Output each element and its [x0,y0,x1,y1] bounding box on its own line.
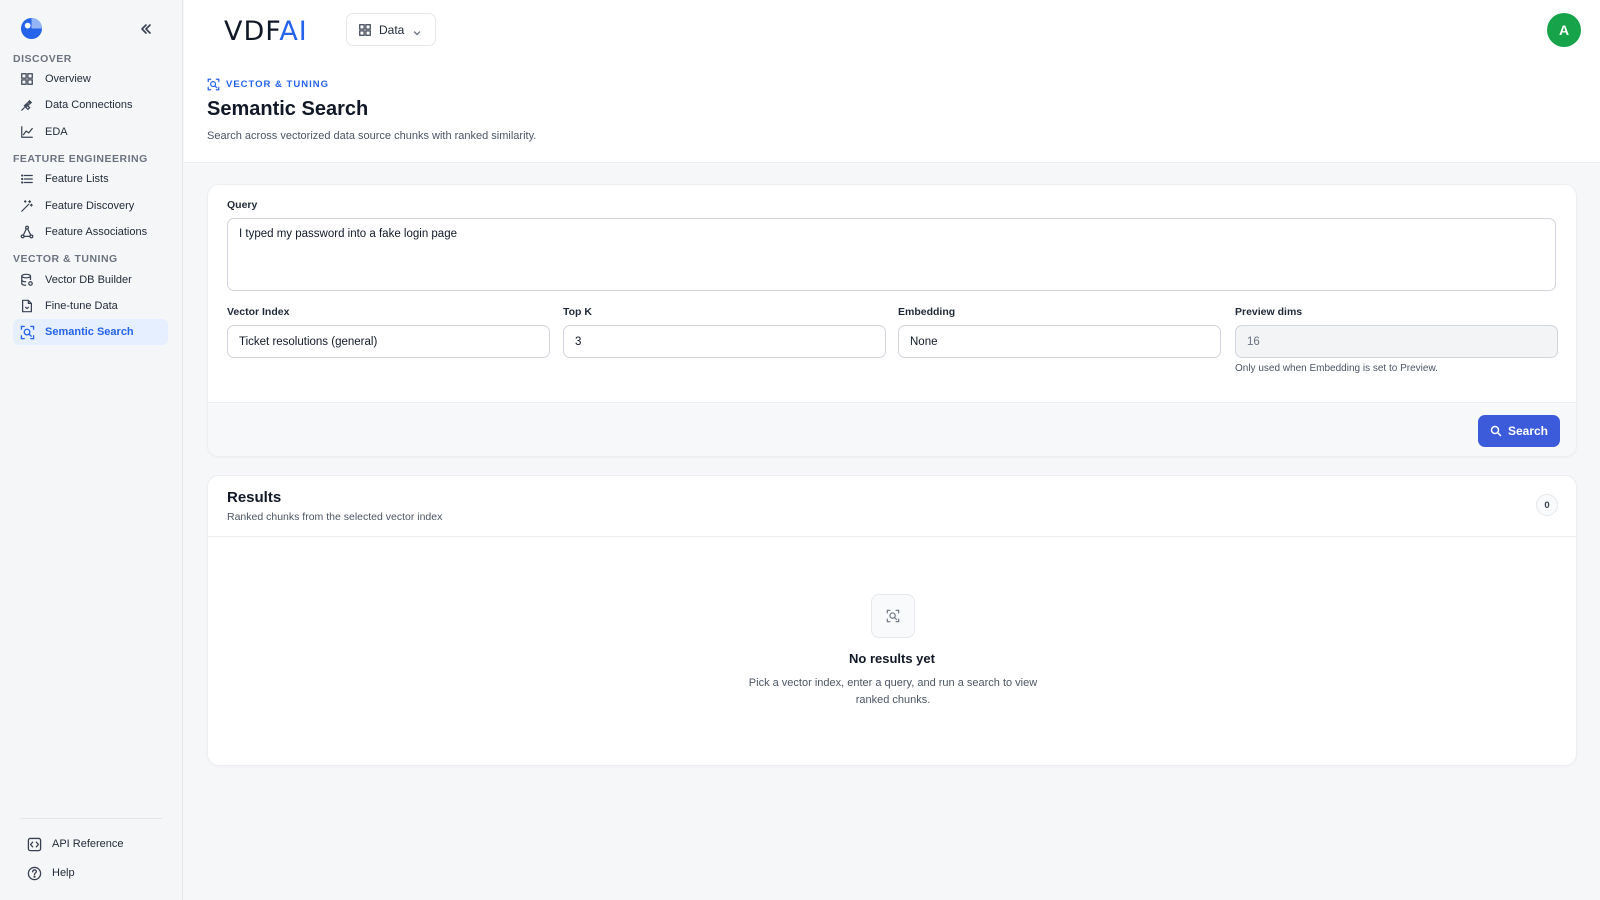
chart-icon [19,124,35,140]
query-label: Query [227,199,258,211]
preview-dims-input[interactable]: 16 [1235,325,1558,358]
topk-input[interactable]: 3 [563,325,886,358]
sidebar-item-eda[interactable]: EDA [13,119,168,145]
results-subtitle: Ranked chunks from the selected vector i… [227,511,443,523]
topk-label: Top K [563,306,592,318]
sidebar-item-semantic-search[interactable]: Semantic Search [13,319,168,345]
sidebar: DISCOVER Overview Data Connections EDA F… [0,0,183,900]
sidebar-item-label: Vector DB Builder [45,274,132,286]
database-icon [19,272,35,288]
top-header: VDFAI Data A VECTOR & TUNING Semantic Se… [184,0,1600,163]
brand-logo[interactable]: VDFAI [224,16,308,47]
sidebar-item-feature-discovery[interactable]: Feature Discovery [13,193,168,219]
form-footer: Search [208,402,1576,456]
list-icon [19,171,35,187]
brand-main: VDF [224,16,280,47]
sidebar-item-fine-tune-data[interactable]: Fine-tune Data [13,293,168,319]
page-eyebrow: VECTOR & TUNING [207,78,329,91]
collapse-sidebar-icon[interactable] [138,21,154,37]
section-feature-engineering: FEATURE ENGINEERING [13,153,148,165]
search-button[interactable]: Search [1478,415,1560,447]
section-discover: DISCOVER [13,53,72,65]
brand-accent: AI [279,16,308,47]
preview-dims-hint: Only used when Embedding is set to Previ… [1235,363,1438,374]
section-vector-tuning: VECTOR & TUNING [13,253,118,265]
results-divider [208,536,1576,537]
sidebar-item-feature-lists[interactable]: Feature Lists [13,166,168,192]
wand-icon [19,198,35,214]
results-title: Results [227,489,282,506]
sidebar-item-vector-db-builder[interactable]: Vector DB Builder [13,267,168,293]
help-icon [26,865,42,881]
grid-icon [358,23,372,37]
sidebar-item-feature-associations[interactable]: Feature Associations [13,219,168,245]
plug-icon [19,97,35,113]
search-icon [1490,425,1502,437]
sidebar-item-help[interactable]: Help [26,861,166,885]
sidebar-item-label: Feature Discovery [45,200,135,212]
page-title: Semantic Search [207,98,369,120]
eyebrow-label: VECTOR & TUNING [226,79,329,90]
vector-index-select[interactable]: Ticket resolutions (general) [227,325,550,358]
embedding-select[interactable]: None [898,325,1221,358]
chevron-down-icon [412,25,422,35]
grid-icon [19,71,35,87]
sidebar-item-label: Overview [45,73,91,85]
scan-search-icon [19,324,35,340]
workspace-label: Data [379,22,405,37]
avatar[interactable]: A [1547,13,1581,47]
sidebar-item-label: EDA [45,126,68,138]
results-count-badge: 0 [1536,494,1558,516]
query-input[interactable]: I typed my password into a fake login pa… [227,218,1556,291]
sidebar-item-label: Semantic Search [45,326,134,338]
results-card: Results Ranked chunks from the selected … [207,475,1577,766]
network-icon [19,224,35,240]
workspace-dropdown[interactable]: Data [346,13,436,46]
sidebar-item-label: API Reference [52,838,124,850]
file-icon [19,298,35,314]
sidebar-item-label: Feature Lists [45,173,109,185]
preview-dims-label: Preview dims [1235,306,1303,318]
empty-state-text: Pick a vector index, enter a query, and … [748,677,1038,706]
sidebar-item-api-reference[interactable]: API Reference [26,832,166,856]
vector-index-label: Vector Index [227,306,290,318]
sidebar-item-data-connections[interactable]: Data Connections [13,92,168,118]
sidebar-item-overview[interactable]: Overview [13,66,168,92]
search-button-label: Search [1507,424,1549,438]
scan-search-icon [871,594,915,638]
embedding-label: Embedding [898,306,956,318]
sidebar-item-label: Data Connections [45,99,133,111]
app-logo-icon[interactable] [20,17,43,40]
sidebar-item-label: Help [52,867,75,879]
search-form-card: Query I typed my password into a fake lo… [207,184,1577,457]
sidebar-item-label: Fine-tune Data [45,300,118,312]
sidebar-item-label: Feature Associations [45,226,148,238]
code-icon [26,836,42,852]
page-subtitle: Search across vectorized data source chu… [207,130,537,142]
sidebar-divider [20,818,162,819]
empty-state-title: No results yet [849,651,935,666]
scan-search-icon [207,78,220,91]
